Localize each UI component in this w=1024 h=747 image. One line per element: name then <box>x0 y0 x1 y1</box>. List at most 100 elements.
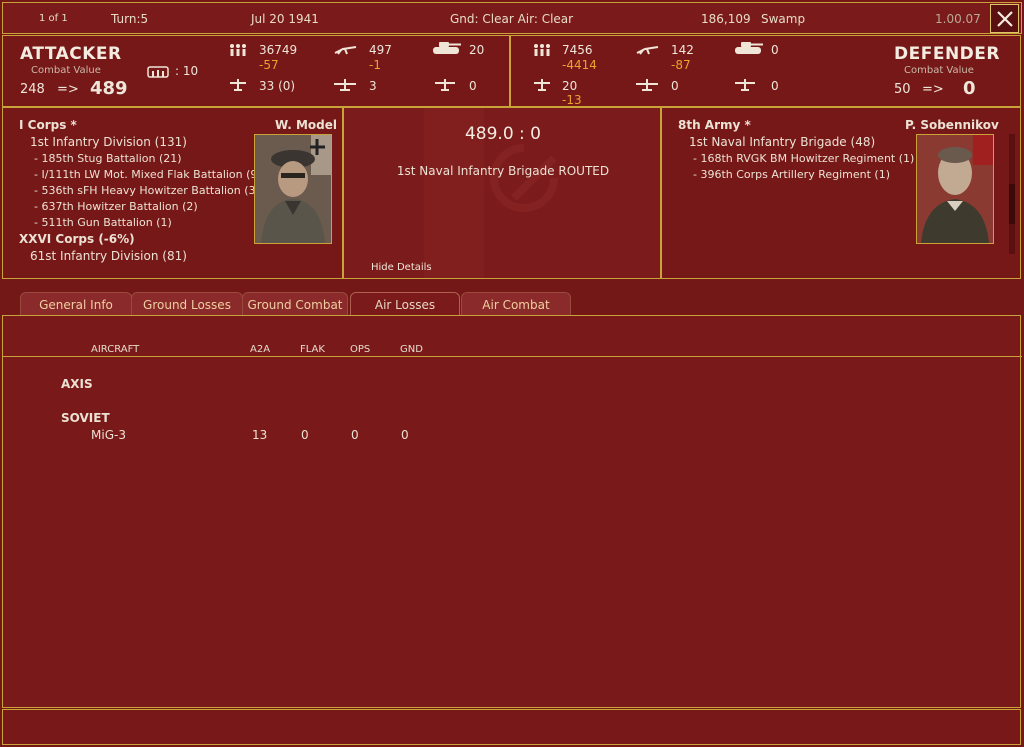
recon-plane-icon <box>735 79 755 91</box>
battle-result-panel: 489.0 : 0 1st Naval Infantry Brigade ROU… <box>343 107 661 279</box>
tab-ground-combat[interactable]: Ground Combat <box>242 292 348 317</box>
attacker-title: ATTACKER <box>20 44 122 64</box>
attacker-men-loss: -57 <box>259 58 279 72</box>
attacker-fighters: 33 (0) <box>259 79 296 93</box>
attacker-cv-arrow: => <box>57 82 79 97</box>
attacker-cv-from: 248 <box>20 82 45 97</box>
attacker-commander-portrait[interactable] <box>254 134 332 244</box>
col-aircraft: AIRCRAFT <box>91 344 140 355</box>
commander-portrait-image <box>255 135 331 243</box>
gun-icon <box>334 46 357 55</box>
col-flak: FLAK <box>300 344 325 355</box>
unit-line[interactable]: - 511th Gun Battalion (1) <box>34 216 172 229</box>
unit-line[interactable]: - I/111th LW Mot. Mixed Flak Battalion (… <box>34 168 262 181</box>
axis-section-label: AXIS <box>61 377 93 391</box>
defender-commander-portrait[interactable] <box>916 134 994 244</box>
defender-recon: 0 <box>771 79 779 93</box>
tank-icon <box>735 42 763 54</box>
defender-men-loss: -4414 <box>562 58 597 72</box>
defender-cv-from: 50 <box>894 82 911 97</box>
unit-line[interactable]: - 185th Stug Battalion (21) <box>34 152 182 165</box>
defender-bombers: 0 <box>671 79 679 93</box>
unit-line[interactable]: XXVI Corps (-6%) <box>19 232 135 246</box>
recon-plane-icon <box>435 79 455 91</box>
defender-cv-label: Combat Value <box>904 65 974 76</box>
unit-list-scrollbar[interactable] <box>1009 134 1015 254</box>
unit-line[interactable]: - 536th sFH Heavy Howitzer Battalion (3) <box>34 184 260 197</box>
close-icon <box>996 10 1013 27</box>
tab-general-info[interactable]: General Info <box>20 292 132 317</box>
unit-line[interactable]: I Corps * <box>19 118 77 132</box>
tab-ground-losses[interactable]: Ground Losses <box>131 292 243 317</box>
row-flak-cell: 0 <box>301 428 309 442</box>
unit-line[interactable]: 8th Army * <box>678 118 751 132</box>
attacker-recon: 0 <box>469 79 477 93</box>
defender-tanks: 0 <box>771 43 779 57</box>
men-icon <box>230 44 246 56</box>
unit-line[interactable]: - 396th Corps Artillery Regiment (1) <box>693 168 890 181</box>
fortification-icon <box>147 66 169 78</box>
defender-men: 7456 <box>562 43 593 57</box>
unit-line[interactable]: 1st Naval Infantry Brigade (48) <box>689 135 875 149</box>
soviet-section-label: SOVIET <box>61 411 110 425</box>
combat-result-text: 1st Naval Infantry Brigade ROUTED <box>396 164 610 178</box>
defender-title: DEFENDER <box>894 44 1000 64</box>
fighter-icon <box>230 79 246 91</box>
turn-label: Turn:5 <box>111 12 149 26</box>
bomber-icon <box>334 79 356 91</box>
air-losses-content: AIRCRAFT A2A FLAK OPS GND AXIS SOVIET Mi… <box>2 315 1022 708</box>
attacker-tanks: 20 <box>469 43 485 57</box>
men-icon <box>534 44 550 56</box>
attacker-cv-to: 489 <box>90 78 128 99</box>
tank-icon <box>433 42 461 54</box>
row-name-cell: MiG-3 <box>91 428 126 442</box>
attacker-fort-value: : 10 <box>175 64 199 78</box>
defender-stats-panel: 7456 -4414 142 -87 0 20 -13 0 0 DEFENDER… <box>510 35 1021 107</box>
defender-units-panel: 8th Army * 1st Naval Infantry Brigade (48… <box>661 107 1021 279</box>
combat-report-window: 1 of 1 Turn:5 Jul 20 1941 Gnd: Clear Air… <box>0 0 1024 747</box>
defender-commander-name: P. Sobennikov <box>905 118 999 132</box>
defender-fighters: 20 <box>562 79 578 93</box>
col-ops: OPS <box>350 344 371 355</box>
unit-line[interactable]: 1st Infantry Division (131) <box>30 135 187 149</box>
tab-air-losses[interactable]: Air Losses <box>350 292 460 317</box>
unit-line[interactable]: - 168th RVGK BM Howitzer Regiment (1) <box>693 152 914 165</box>
page-indicator: 1 of 1 <box>39 13 68 24</box>
attacker-guns-loss: -1 <box>369 58 381 72</box>
combat-ratio: 489.0 : 0 <box>464 124 542 144</box>
attacker-bombers: 3 <box>369 79 377 93</box>
col-a2a: A2A <box>250 344 271 355</box>
defender-guns: 142 <box>671 43 694 57</box>
fighter-icon <box>534 79 550 91</box>
defender-guns-loss: -87 <box>671 58 691 72</box>
bomber-icon <box>636 79 658 91</box>
weather-label: Gnd: Clear Air: Clear <box>450 12 574 26</box>
attacker-units-panel: I Corps * 1st Infantry Division (131) - 18… <box>2 107 343 279</box>
attacker-men: 36749 <box>259 43 298 57</box>
location-label: 186,109 <box>701 12 751 26</box>
attacker-commander-name: W. Model <box>275 118 338 132</box>
top-bar: 1 of 1 Turn:5 Jul 20 1941 Gnd: Clear Air… <box>2 2 1022 34</box>
row-ops-cell: 0 <box>351 428 359 442</box>
header-divider <box>3 356 1022 357</box>
tab-air-combat[interactable]: Air Combat <box>461 292 571 317</box>
row-a2a-cell: 13 <box>252 428 268 442</box>
hide-details-link[interactable]: Hide Details <box>371 262 432 273</box>
defender-cv-to: 0 <box>963 78 976 99</box>
attacker-guns: 497 <box>369 43 392 57</box>
row-gnd-cell: 0 <box>401 428 409 442</box>
bottom-bar <box>2 709 1021 745</box>
commander-portrait-image <box>917 135 993 243</box>
col-gnd: GND <box>400 344 423 355</box>
unit-line[interactable]: 61st Infantry Division (81) <box>30 249 187 263</box>
attacker-stats-panel: ATTACKER Combat Value 248 => 489 : 10 36… <box>2 35 510 107</box>
terrain-label: Swamp <box>761 12 806 26</box>
gun-icon <box>636 46 659 55</box>
attacker-cv-label: Combat Value <box>31 65 101 76</box>
date-label: Jul 20 1941 <box>251 12 319 26</box>
defender-fighters-loss: -13 <box>562 93 582 107</box>
version-label: 1.00.07 <box>935 12 981 26</box>
scrollbar-thumb[interactable] <box>1009 184 1015 224</box>
unit-line[interactable]: - 637th Howitzer Battalion (2) <box>34 200 198 213</box>
close-button[interactable] <box>990 4 1019 33</box>
